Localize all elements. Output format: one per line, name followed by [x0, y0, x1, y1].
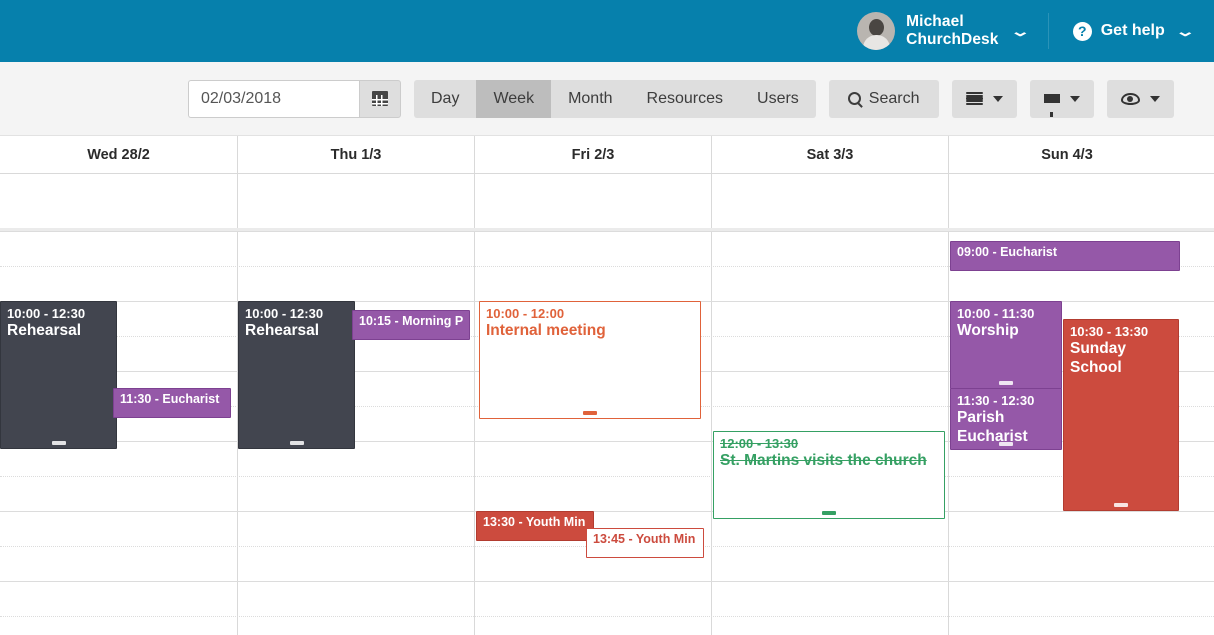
- list-view-dropdown[interactable]: [951, 79, 1017, 118]
- chevron-down-icon[interactable]: ⌄: [1175, 24, 1196, 37]
- calendar-event[interactable]: 10:00 - 12:30 Rehearsal: [0, 301, 117, 449]
- all-day-cell[interactable]: [711, 174, 948, 228]
- search-icon: [847, 92, 861, 105]
- event-resize-handle[interactable]: [822, 511, 836, 515]
- visibility-dropdown[interactable]: [1106, 79, 1174, 118]
- day-header-thu[interactable]: Thu 1/3: [237, 136, 474, 173]
- user-menu[interactable]: Michael ChurchDesk ⌄: [841, 0, 1048, 62]
- calendar-event[interactable]: 10:15 - Morning P: [352, 310, 470, 340]
- event-time: 10:30 - 13:30: [1070, 324, 1149, 339]
- event-title: Internal meeting: [486, 322, 606, 339]
- search-label: Search: [868, 89, 920, 107]
- calendar-event[interactable]: 11:30 - Eucharist: [113, 388, 231, 418]
- event-time: 10:00 - 12:30: [245, 306, 324, 321]
- calendar-event[interactable]: 13:30 - Youth Min: [476, 511, 594, 541]
- calendar-event[interactable]: 10:00 - 11:30 Worship: [950, 301, 1062, 389]
- event-time: 10:00 - 12:30: [7, 306, 86, 321]
- event-resize-handle[interactable]: [1114, 503, 1128, 507]
- user-name: Michael ChurchDesk: [906, 13, 998, 49]
- event-title: Parish Eucharist: [957, 409, 1028, 445]
- event-resize-handle[interactable]: [999, 381, 1013, 385]
- day-header-sun[interactable]: Sun 4/3: [948, 136, 1185, 173]
- calendar-event[interactable]: 13:45 - Youth Min: [586, 528, 704, 558]
- get-help-label: Get help: [1100, 22, 1165, 39]
- event-time: 11:30 - Eucharist: [120, 392, 220, 406]
- time-grid: 10:00 - 12:30 Rehearsal 11:30 - Eucharist 1…: [0, 231, 1214, 635]
- calendar-event[interactable]: 10:30 - 13:30 Sunday School: [1063, 319, 1179, 511]
- day-header-sat[interactable]: Sat 3/3: [711, 136, 948, 173]
- chevron-down-icon: [1069, 95, 1080, 102]
- event-resize-handle[interactable]: [51, 441, 66, 445]
- user-first-name: Michael: [906, 13, 964, 30]
- search-button-group: Search: [828, 79, 939, 118]
- all-day-cell[interactable]: [237, 174, 474, 228]
- get-help-menu[interactable]: ? Get help ⌄: [1049, 0, 1214, 62]
- calendar-event[interactable]: 10:00 - 12:00 Internal meeting: [479, 301, 701, 419]
- event-title: Rehearsal: [245, 322, 320, 339]
- date-input[interactable]: [188, 79, 359, 118]
- list-icon: [965, 92, 983, 105]
- view-button-day[interactable]: Day: [414, 80, 476, 118]
- event-title: Sunday School: [1070, 340, 1126, 376]
- view-button-week[interactable]: Week: [476, 79, 552, 118]
- calendar-toolbar: Day Week Month Resources Users Search: [0, 62, 1214, 136]
- search-button[interactable]: Search: [829, 80, 939, 118]
- chevron-down-icon: [992, 95, 1003, 102]
- view-button-users[interactable]: Users: [740, 80, 816, 118]
- event-time: 10:00 - 11:30: [957, 306, 1035, 321]
- view-button-resources[interactable]: Resources: [630, 80, 740, 118]
- all-day-row: [0, 174, 1214, 231]
- all-day-cell[interactable]: [0, 174, 237, 228]
- event-resize-handle[interactable]: [999, 442, 1013, 446]
- eye-icon: [1120, 92, 1140, 105]
- filter-icon: [1043, 94, 1060, 117]
- filter-dropdown[interactable]: [1029, 79, 1094, 118]
- calendar-icon: [372, 91, 388, 106]
- chevron-down-icon: [1149, 95, 1160, 102]
- all-day-cell[interactable]: [474, 174, 711, 228]
- event-time: 12:00 - 13:30: [720, 436, 799, 451]
- event-title: Worship: [957, 322, 1019, 339]
- day-header-wed[interactable]: Wed 28/2: [0, 136, 237, 173]
- all-day-cell[interactable]: [948, 174, 1185, 228]
- avatar: [857, 12, 896, 50]
- event-time: 10:15 - Morning P: [359, 314, 464, 328]
- event-time: 09:00 - Eucharist: [957, 245, 1058, 259]
- top-navigation-bar: Michael ChurchDesk ⌄ ? Get help ⌄: [0, 0, 1214, 62]
- event-time: 10:00 - 12:00: [486, 306, 565, 321]
- day-column-fri[interactable]: [474, 231, 711, 635]
- calendar-event[interactable]: 11:30 - 12:30 Parish Eucharist: [950, 388, 1062, 450]
- help-icon: ?: [1072, 21, 1092, 41]
- view-button-month[interactable]: Month: [551, 80, 629, 118]
- event-title: St. Martins visits the church: [720, 452, 927, 469]
- view-switcher: Day Week Month Resources Users: [414, 79, 816, 118]
- event-time: 13:45 - Youth Min: [593, 532, 696, 546]
- date-picker[interactable]: [188, 79, 401, 118]
- chevron-down-icon[interactable]: ⌄: [1010, 24, 1031, 37]
- event-resize-handle[interactable]: [583, 411, 597, 415]
- calendar-picker-button[interactable]: [359, 79, 401, 118]
- calendar-event[interactable]: 09:00 - Eucharist: [950, 241, 1180, 271]
- event-title: Rehearsal: [7, 322, 82, 339]
- event-resize-handle[interactable]: [289, 441, 304, 445]
- event-time: 13:30 - Youth Min: [483, 515, 586, 529]
- day-header-fri[interactable]: Fri 2/3: [474, 136, 711, 173]
- calendar-event[interactable]: 10:00 - 12:30 Rehearsal: [238, 301, 355, 449]
- event-time: 11:30 - 12:30: [957, 393, 1035, 408]
- user-org-name: ChurchDesk: [906, 31, 999, 48]
- day-header-row: Wed 28/2 Thu 1/3 Fri 2/3 Sat 3/3 Sun 4/3: [0, 136, 1214, 174]
- calendar-event[interactable]: 12:00 - 13:30 St. Martins visits the chur…: [713, 431, 945, 519]
